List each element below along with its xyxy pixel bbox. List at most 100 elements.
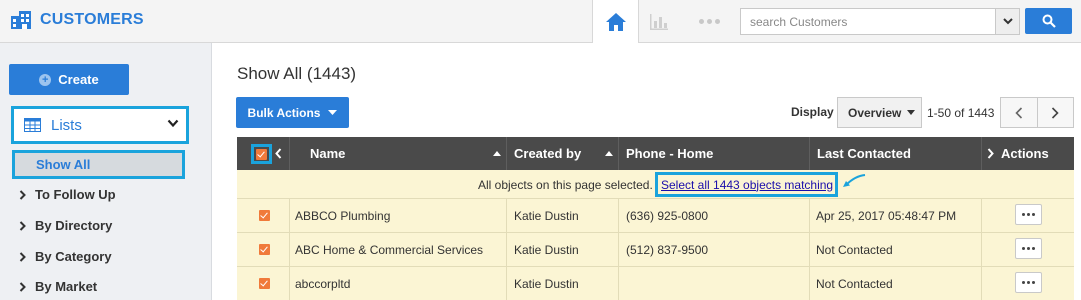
sidebar-item-by-category[interactable]: By Category: [19, 249, 112, 264]
column-separator: [289, 137, 290, 170]
chevron-right-icon: [19, 220, 26, 231]
search-button[interactable]: [1025, 8, 1072, 34]
chevron-right-icon: [19, 281, 26, 292]
cell-name[interactable]: abccorpltd: [295, 267, 350, 300]
column-header-last-contacted[interactable]: Last Contacted: [817, 137, 911, 170]
row-checkbox[interactable]: [259, 278, 270, 289]
bulk-actions-button[interactable]: Bulk Actions: [236, 97, 349, 128]
cell-name[interactable]: ABC Home & Commercial Services: [295, 233, 483, 267]
sidebar-item-label: By Category: [35, 249, 112, 264]
chevron-left-icon[interactable]: [275, 148, 282, 159]
dot-icon: [706, 19, 712, 24]
search-scope-dropdown[interactable]: [995, 9, 1019, 34]
cell-name[interactable]: ABBCO Plumbing: [295, 199, 390, 233]
create-label: Create: [58, 72, 99, 87]
sidebar-item-by-market[interactable]: By Market: [19, 279, 97, 294]
select-all-checkbox[interactable]: [251, 144, 272, 164]
row-checkbox[interactable]: [259, 244, 270, 255]
sidebar-item-label: To Follow Up: [35, 187, 116, 202]
plus-icon: +: [39, 73, 52, 86]
chevron-right-icon: [987, 148, 994, 159]
cell-created-by: Katie Dustin: [514, 243, 579, 257]
table-row[interactable]: ABC Home & Commercial Services Katie Dus…: [237, 233, 1074, 267]
cell-phone: (512) 837-9500: [626, 243, 709, 257]
column-header-name[interactable]: Name: [310, 137, 345, 170]
cell-created-by: Katie Dustin: [514, 209, 579, 223]
home-icon: [605, 12, 626, 31]
table-header: Name Created by Phone - Home Last Contac…: [237, 137, 1074, 170]
sidebar: + Create Lists Show All To Follow Up By: [0, 43, 212, 300]
cell-last-contacted: Apr 25, 2017 05:48:47 PM: [816, 209, 957, 223]
display-select[interactable]: Overview: [837, 97, 922, 128]
chevron-right-icon: [1052, 106, 1059, 119]
table-icon: [24, 118, 41, 132]
bulk-actions-label: Bulk Actions: [247, 105, 321, 120]
display-label: Display: [791, 105, 834, 119]
sidebar-item-label: By Market: [35, 279, 98, 294]
sort-asc-icon[interactable]: [605, 151, 613, 156]
cell-last-contacted: Not Contacted: [816, 277, 893, 291]
caret-down-icon: [328, 110, 338, 115]
checkbox-checked-icon: [256, 148, 267, 160]
table-row[interactable]: abccorpltd Katie Dustin Not Contacted: [237, 267, 1074, 300]
selection-notice: All objects on this page selected. Selec…: [237, 170, 1074, 199]
app-brand[interactable]: CUSTOMERS: [10, 10, 144, 30]
create-button[interactable]: + Create: [9, 64, 129, 95]
column-label: Created by: [514, 146, 582, 161]
cell-last-contacted: Not Contacted: [816, 243, 893, 257]
select-all-matching-highlight: Select all 1443 objects matching: [655, 172, 838, 197]
column-label: Phone - Home: [626, 146, 714, 161]
chevron-right-icon: [19, 251, 26, 262]
sort-asc-icon[interactable]: [493, 151, 501, 156]
next-page-button[interactable]: [1036, 98, 1074, 127]
chevron-down-icon: [1002, 18, 1013, 25]
row-checkbox[interactable]: [259, 210, 270, 221]
column-separator: [618, 137, 619, 170]
building-icon: [11, 11, 31, 29]
sidebar-item-by-directory[interactable]: By Directory: [19, 218, 112, 233]
pager: [1000, 97, 1074, 128]
search-icon: [1042, 14, 1056, 28]
sidebar-item-label: By Directory: [35, 218, 113, 233]
column-label: Actions: [1001, 146, 1049, 161]
column-header-created-by[interactable]: Created by: [514, 137, 581, 170]
reports-nav-button[interactable]: [645, 0, 673, 43]
chevron-left-icon: [1015, 106, 1022, 119]
selection-notice-text: All objects on this page selected.: [478, 178, 653, 192]
top-bar: CUSTOMERS: [0, 0, 1081, 43]
page-title: Show All (1443): [237, 64, 357, 83]
home-nav-button[interactable]: [592, 0, 639, 43]
column-header-phone-home[interactable]: Phone - Home: [626, 137, 713, 170]
row-actions-button[interactable]: [1015, 204, 1042, 225]
column-label: Last Contacted: [817, 146, 911, 161]
chevron-down-icon: [167, 119, 179, 128]
dot-icon: [698, 19, 704, 24]
search-input[interactable]: [741, 9, 996, 34]
chevron-right-icon: [19, 189, 26, 200]
cell-phone: (636) 925-0800: [626, 209, 709, 223]
column-separator: [809, 137, 810, 170]
column-header-actions[interactable]: Actions: [987, 137, 1049, 170]
cell-created-by: Katie Dustin: [514, 277, 579, 291]
pagination-range: 1-50 of 1443: [927, 106, 995, 120]
prev-page-button[interactable]: [1001, 98, 1037, 127]
sidebar-item-show-all[interactable]: Show All: [12, 150, 185, 179]
sidebar-item-to-follow-up[interactable]: To Follow Up: [19, 187, 116, 202]
table-row[interactable]: ABBCO Plumbing Katie Dustin (636) 925-08…: [237, 199, 1074, 233]
sidebar-item-label: Show All: [36, 157, 91, 172]
row-actions-button[interactable]: [1015, 272, 1042, 293]
lists-label: Lists: [51, 116, 82, 134]
column-separator: [981, 137, 982, 170]
search-box: [740, 8, 1020, 35]
caret-down-icon: [907, 110, 915, 115]
column-separator: [506, 137, 507, 170]
display-value: Overview: [848, 105, 902, 120]
row-actions-button[interactable]: [1015, 238, 1042, 259]
more-nav-button[interactable]: [693, 0, 725, 43]
select-all-matching-link[interactable]: Select all 1443 objects matching: [661, 178, 833, 192]
lists-dropdown[interactable]: Lists: [11, 106, 189, 144]
dot-icon: [714, 19, 720, 24]
column-label: Name: [310, 146, 346, 161]
bar-chart-icon: [650, 13, 668, 30]
arrow-pointer-icon: [843, 174, 866, 187]
